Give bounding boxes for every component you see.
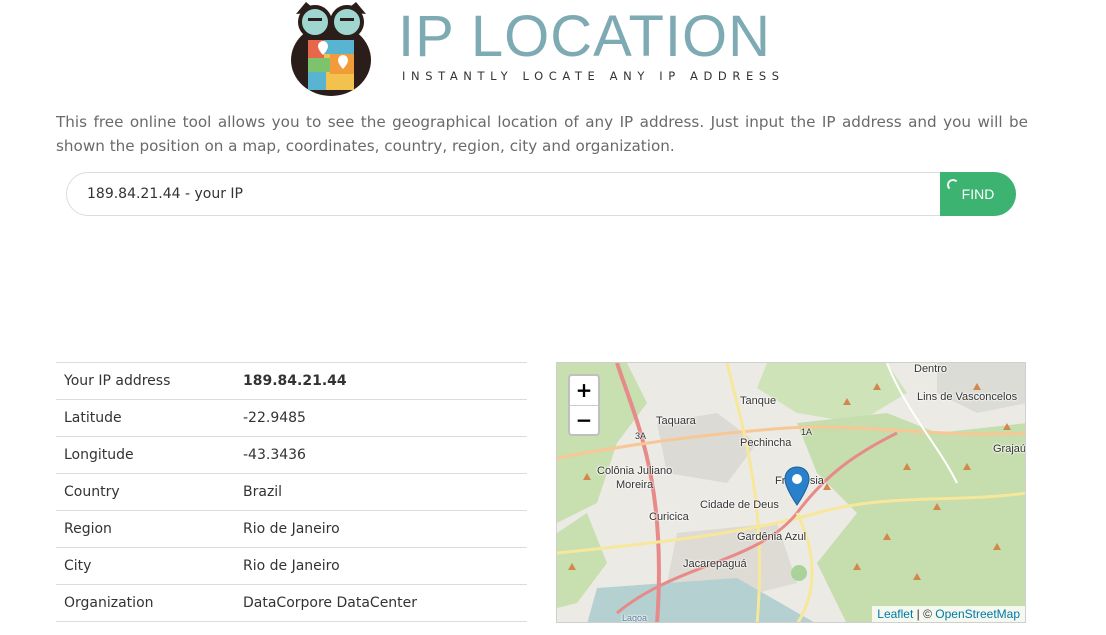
table-row: Organization DataCorpore DataCenter xyxy=(56,584,527,622)
row-label: Organization xyxy=(64,595,154,611)
openstreetmap-link[interactable]: OpenStreetMap xyxy=(935,607,1020,621)
ip-search-bar: FIND xyxy=(66,172,1016,216)
site-title: IP LOCATION xyxy=(398,4,772,69)
map-label: Jacarepaguá xyxy=(683,558,747,570)
map-label: Dentro xyxy=(914,363,948,375)
country-value: Brazil xyxy=(243,484,283,500)
zoom-in-button[interactable]: + xyxy=(570,376,598,405)
map-label: Gardênia Azul xyxy=(737,531,807,543)
location-map[interactable]: Dentro Lins de Vasconcelos Tanque Taquar… xyxy=(556,362,1026,623)
zoom-control: + − xyxy=(568,374,600,436)
loading-spinner-icon xyxy=(947,179,959,191)
ip-address-value: 189.84.21.44 xyxy=(243,373,347,389)
map-label: Grajaú xyxy=(993,443,1026,455)
longitude-value: -43.3436 xyxy=(243,447,306,463)
row-label: City xyxy=(64,558,92,574)
row-label: Region xyxy=(64,521,112,537)
row-label: Country xyxy=(64,484,120,500)
map-label: Pechincha xyxy=(740,437,792,449)
map-label: Moreira xyxy=(616,479,654,491)
site-tagline: INSTANTLY LOCATE ANY IP ADDRESS xyxy=(402,69,785,83)
map-label: 3A xyxy=(635,431,647,441)
row-label: Longitude xyxy=(64,447,134,463)
row-label: Latitude xyxy=(64,410,122,426)
ip-input[interactable] xyxy=(87,173,937,215)
zoom-out-button[interactable]: − xyxy=(570,405,598,434)
table-row: Longitude -43.3436 xyxy=(56,436,527,474)
map-label: Colônia Juliano xyxy=(597,465,673,477)
ip-info-table: Your IP address 189.84.21.44 Latitude -2… xyxy=(56,362,527,622)
map-label: Lagoa xyxy=(622,613,648,623)
owl-logo-icon xyxy=(291,2,371,96)
map-label: Tanque xyxy=(740,395,777,407)
row-label: Your IP address xyxy=(64,373,171,389)
find-button[interactable]: FIND xyxy=(940,172,1016,216)
location-marker-icon[interactable] xyxy=(784,466,810,506)
attribution-separator: | © xyxy=(913,607,936,621)
map-label: Lins de Vasconcelos xyxy=(917,391,1018,403)
table-row: City Rio de Janeiro xyxy=(56,547,527,585)
map-attribution: Leaflet | © OpenStreetMap xyxy=(872,606,1025,622)
organization-value: DataCorpore DataCenter xyxy=(243,595,418,611)
table-row: Your IP address 189.84.21.44 xyxy=(56,362,527,400)
map-label: Taquara xyxy=(656,415,696,427)
table-row: Latitude -22.9485 xyxy=(56,399,527,437)
region-value: Rio de Janeiro xyxy=(243,521,340,537)
map-label: Curicica xyxy=(649,511,689,523)
latitude-value: -22.9485 xyxy=(243,410,306,426)
leaflet-link[interactable]: Leaflet xyxy=(877,607,913,621)
table-row: Country Brazil xyxy=(56,473,527,511)
find-button-label: FIND xyxy=(961,186,995,202)
map-label: 1A xyxy=(801,427,813,437)
city-value: Rio de Janeiro xyxy=(243,558,340,574)
map-label: Cidade de Deus xyxy=(700,499,779,511)
intro-text: This free online tool allows you to see … xyxy=(56,113,1028,155)
table-row: Region Rio de Janeiro xyxy=(56,510,527,548)
